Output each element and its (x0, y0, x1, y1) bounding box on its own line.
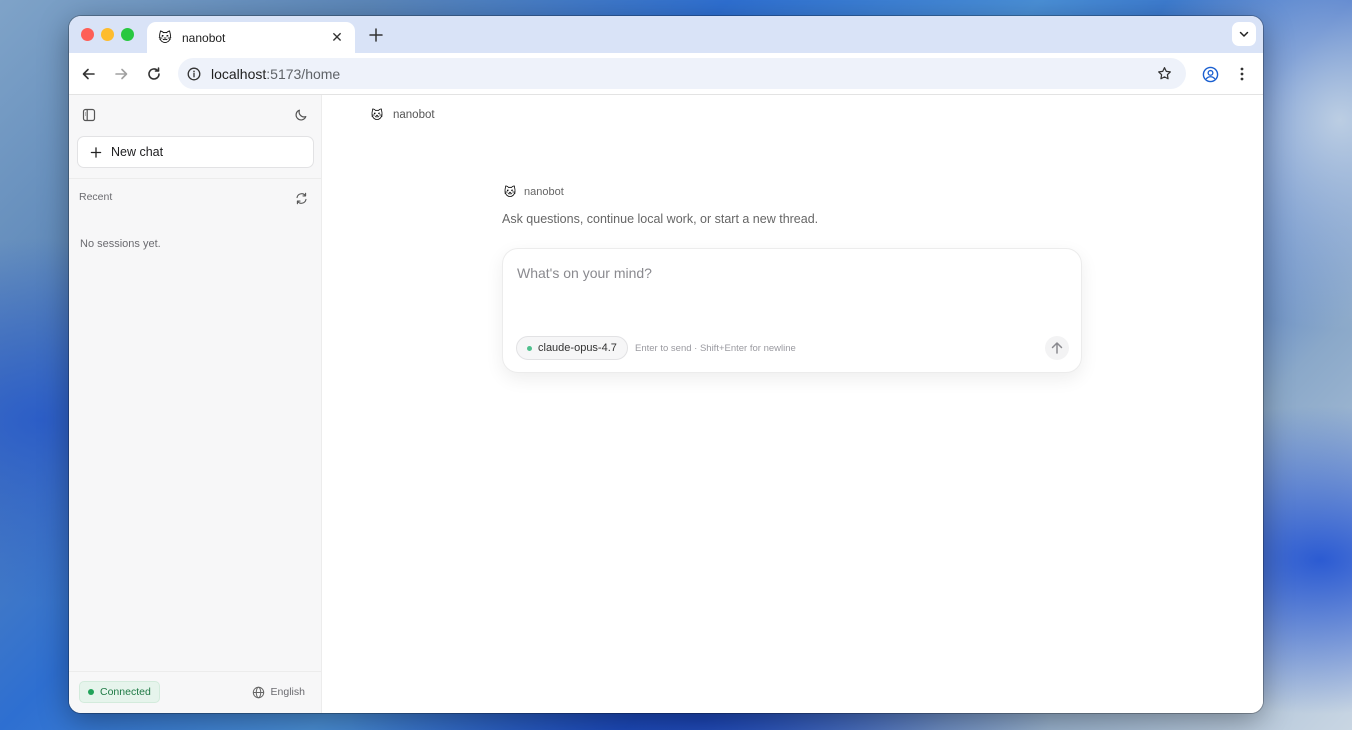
empty-sessions-text: No sessions yet. (80, 238, 161, 250)
profile-button[interactable] (1199, 63, 1221, 85)
model-name: claude-opus-4.7 (538, 342, 617, 354)
browser-window: 🐱 nanobot ✕ localhost:5173/home New chat… (69, 16, 1263, 713)
language-label: English (270, 686, 305, 698)
message-input[interactable] (517, 265, 1057, 281)
url-text: localhost:5173/home (211, 65, 341, 82)
chevron-down-icon (1239, 31, 1249, 37)
forward-button[interactable] (110, 63, 132, 85)
hero-subtitle: Ask questions, continue local work, or s… (502, 212, 819, 226)
sidebar-divider (69, 178, 321, 179)
tab-favicon-icon: 🐱 (158, 29, 172, 45)
plus-icon (90, 146, 102, 158)
language-selector[interactable]: English (252, 683, 305, 701)
toggle-sidebar-button[interactable] (80, 106, 98, 124)
hero-brand: 🐱 nanobot (502, 185, 1082, 199)
address-bar[interactable]: localhost:5173/home (178, 58, 1186, 89)
header-brand-name: nanobot (393, 109, 435, 121)
tab-search-button[interactable] (1232, 22, 1256, 46)
refresh-sessions-button[interactable] (292, 189, 310, 207)
sidebar: New chat Recent No sessions yet. Connect… (69, 95, 322, 713)
site-info-icon[interactable] (185, 65, 203, 83)
arrow-left-icon (82, 68, 95, 80)
cat-logo-icon: 🐱 (370, 108, 384, 122)
close-window-button[interactable] (81, 28, 94, 41)
tab-close-icon[interactable]: ✕ (329, 29, 345, 46)
send-button[interactable] (1045, 336, 1069, 360)
bookmark-star-icon[interactable] (1154, 64, 1174, 84)
globe-icon (252, 686, 264, 698)
minimize-window-button[interactable] (101, 28, 114, 41)
browser-tab[interactable]: 🐱 nanobot ✕ (147, 22, 355, 53)
tab-title: nanobot (182, 30, 226, 45)
reload-icon (148, 67, 160, 80)
arrow-up-icon (1051, 342, 1063, 354)
status-dot-icon (88, 689, 94, 695)
message-composer: claude-opus-4.7 Enter to send · Shift+En… (502, 248, 1082, 373)
account-icon (1202, 66, 1218, 82)
tab-strip: 🐱 nanobot ✕ (69, 16, 1263, 53)
new-chat-button[interactable]: New chat (77, 136, 314, 168)
model-status-dot-icon (527, 345, 532, 351)
refresh-icon (295, 192, 307, 204)
sidebar-panel-icon (82, 108, 96, 122)
sidebar-footer-divider (69, 671, 321, 672)
moon-icon (295, 109, 307, 121)
cat-logo-icon: 🐱 (503, 185, 517, 199)
recent-heading: Recent (79, 191, 113, 203)
maximize-window-button[interactable] (121, 28, 134, 41)
more-vertical-icon (1240, 67, 1244, 81)
connection-status-badge: Connected (79, 681, 160, 703)
browser-toolbar: localhost:5173/home (69, 53, 1263, 95)
app-content: New chat Recent No sessions yet. Connect… (69, 95, 1263, 713)
back-button[interactable] (78, 63, 100, 85)
plus-icon (369, 28, 383, 42)
main-header: 🐱 nanobot (369, 108, 435, 122)
theme-toggle-button[interactable] (292, 106, 310, 124)
status-text: Connected (100, 686, 151, 698)
main-panel: 🐱 nanobot 🐱 nanobot Ask questions, conti… (322, 95, 1263, 713)
welcome-hero: 🐱 nanobot Ask questions, continue local … (502, 185, 1082, 226)
arrow-right-icon (115, 68, 128, 80)
new-chat-label: New chat (111, 145, 164, 159)
send-hint: Enter to send · Shift+Enter for newline (635, 343, 796, 354)
model-selector[interactable]: claude-opus-4.7 (516, 336, 628, 360)
new-tab-button[interactable] (365, 24, 387, 46)
hero-brand-name: nanobot (524, 186, 564, 198)
browser-menu-button[interactable] (1231, 63, 1253, 85)
reload-button[interactable] (143, 63, 165, 85)
